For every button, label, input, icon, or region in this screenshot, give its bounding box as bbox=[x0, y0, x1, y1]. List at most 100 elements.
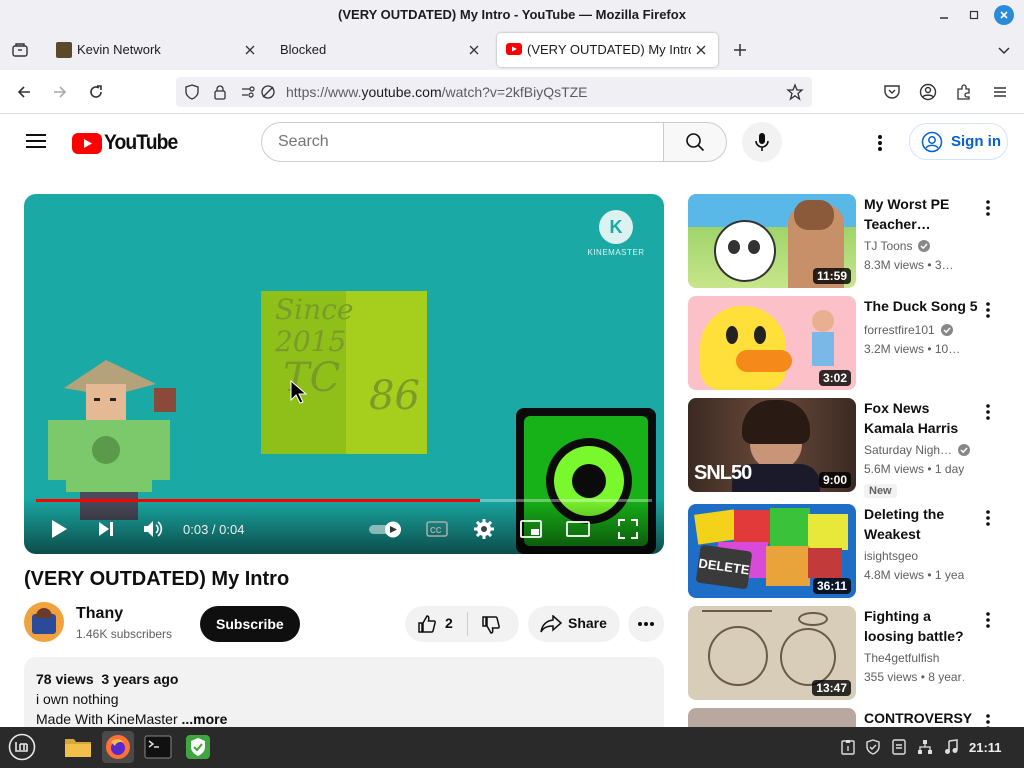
recommendation-item[interactable]: 11:59 My Worst PE Teacher… TJ Toons 8.3M… bbox=[688, 194, 1008, 288]
tab-close-icon[interactable] bbox=[466, 42, 482, 58]
tab-active-video[interactable]: (VERY OUTDATED) My Intro bbox=[497, 33, 718, 67]
close-window-icon[interactable] bbox=[994, 5, 1014, 25]
video-thumbnail[interactable]: 11:59 bbox=[688, 194, 856, 288]
recommendation-title[interactable]: CONTROVERSY bbox=[864, 708, 980, 728]
url-text[interactable]: https://www.youtube.com/watch?v=2kfBiyQs… bbox=[286, 84, 588, 100]
url-bar[interactable]: https://www.youtube.com/watch?v=2kfBiyQs… bbox=[176, 77, 812, 107]
recommendation-channel[interactable]: Saturday Nigh… bbox=[864, 443, 971, 457]
more-vertical-icon[interactable] bbox=[978, 608, 998, 632]
share-button[interactable]: Share bbox=[528, 606, 620, 642]
settings-gear-icon[interactable] bbox=[471, 516, 497, 542]
recommendation-channel[interactable]: forrestfire101 bbox=[864, 323, 953, 337]
vpn-shield-icon[interactable] bbox=[182, 731, 214, 763]
video-player[interactable]: K KINEMASTER Since 2015 TC 86 0:03 / 0:0… bbox=[24, 194, 664, 554]
next-video-icon[interactable] bbox=[93, 516, 119, 542]
sound-tray-icon[interactable] bbox=[943, 739, 959, 755]
guide-menu-icon[interactable] bbox=[26, 133, 46, 149]
tab-blocked[interactable]: Blocked bbox=[270, 33, 492, 67]
search-button[interactable] bbox=[663, 122, 727, 162]
subtitles-icon[interactable]: CC bbox=[424, 516, 450, 542]
tab-overview-icon[interactable] bbox=[8, 38, 32, 62]
window-title: (VERY OUTDATED) My Intro - YouTube — Moz… bbox=[338, 7, 686, 22]
progress-track[interactable] bbox=[36, 499, 652, 502]
taskbar: 21:11 bbox=[0, 727, 1024, 768]
volume-icon[interactable] bbox=[140, 516, 166, 542]
video-title: (VERY OUTDATED) My Intro bbox=[24, 568, 290, 590]
tab-kevin-network[interactable]: Kevin Network bbox=[46, 33, 268, 67]
recommendation-title[interactable]: My Worst PE Teacher… bbox=[864, 194, 980, 234]
more-settings-icon[interactable] bbox=[877, 134, 883, 152]
channel-name[interactable]: Thany bbox=[76, 605, 123, 623]
video-thumbnail[interactable]: 13:47 bbox=[688, 606, 856, 700]
recommendation-title[interactable]: The Duck Song 5 bbox=[864, 296, 980, 316]
more-vertical-icon[interactable] bbox=[978, 710, 998, 728]
dislike-icon[interactable] bbox=[481, 615, 501, 635]
theater-mode-icon[interactable] bbox=[565, 516, 591, 542]
recommendation-item[interactable]: SNL50 9:00 Fox News Kamala Harris Interv… bbox=[688, 398, 1008, 498]
sign-in-button[interactable]: Sign in bbox=[909, 123, 1008, 160]
more-actions-button[interactable] bbox=[628, 606, 664, 642]
voice-search-button[interactable] bbox=[742, 122, 782, 162]
tracking-shield-icon[interactable] bbox=[184, 84, 200, 100]
miniplayer-icon[interactable] bbox=[518, 516, 544, 542]
more-vertical-icon[interactable] bbox=[978, 298, 998, 322]
description-line: i own nothing bbox=[36, 691, 119, 707]
recommendation-title[interactable]: Fighting a loosing battle? bbox=[864, 606, 980, 646]
fullscreen-icon[interactable] bbox=[615, 516, 641, 542]
more-vertical-icon[interactable] bbox=[978, 196, 998, 220]
sign-text-line4: 86 bbox=[369, 373, 420, 419]
lock-icon[interactable] bbox=[212, 84, 228, 100]
subscribe-button[interactable]: Subscribe bbox=[200, 606, 300, 642]
shield-tray-icon[interactable] bbox=[865, 739, 881, 755]
mint-menu-icon[interactable] bbox=[6, 731, 38, 763]
url-domain: youtube.com bbox=[361, 84, 442, 100]
back-icon[interactable] bbox=[12, 80, 36, 104]
firefox-taskbar-icon[interactable] bbox=[102, 731, 134, 763]
recommendation-channel[interactable]: TJ Toons bbox=[864, 239, 931, 253]
clock[interactable]: 21:11 bbox=[969, 740, 1002, 755]
clipboard-tray-icon[interactable] bbox=[840, 739, 856, 755]
recommendation-title[interactable]: Fox News Kamala Harris Interview… bbox=[864, 398, 980, 438]
extensions-icon[interactable] bbox=[952, 80, 976, 104]
video-thumbnail[interactable]: 3:02 bbox=[688, 296, 856, 390]
update-tray-icon[interactable] bbox=[891, 739, 907, 755]
tab-close-icon[interactable] bbox=[242, 42, 258, 58]
play-icon[interactable] bbox=[46, 516, 72, 542]
forward-icon[interactable] bbox=[48, 80, 72, 104]
minimize-icon[interactable] bbox=[934, 5, 954, 25]
video-duration: 3:02 bbox=[818, 370, 851, 386]
app-menu-icon[interactable] bbox=[988, 80, 1012, 104]
recommendation-item[interactable]: 13:47 Fighting a loosing battle? The4get… bbox=[688, 606, 1008, 700]
like-count[interactable]: 2 bbox=[445, 615, 453, 631]
list-all-tabs-icon[interactable] bbox=[992, 38, 1016, 62]
recommendation-channel[interactable]: isightsgeo bbox=[864, 549, 918, 563]
tab-close-icon[interactable] bbox=[693, 42, 709, 58]
channel-avatar[interactable] bbox=[24, 602, 64, 642]
video-thumbnail[interactable]: SNL50 9:00 bbox=[688, 398, 856, 492]
permissions-icon[interactable] bbox=[240, 84, 256, 100]
search-input[interactable] bbox=[261, 122, 664, 162]
like-icon[interactable] bbox=[417, 614, 437, 634]
network-tray-icon[interactable] bbox=[917, 739, 933, 755]
terminal-icon[interactable] bbox=[142, 731, 174, 763]
recommendation-item[interactable]: CONTROVERSY bbox=[688, 708, 1008, 728]
maximize-icon[interactable] bbox=[964, 5, 984, 25]
files-icon[interactable] bbox=[62, 731, 94, 763]
more-vertical-icon[interactable] bbox=[978, 506, 998, 530]
autoplay-toggle[interactable] bbox=[366, 516, 404, 542]
autoplay-blocked-icon[interactable] bbox=[260, 84, 276, 100]
recommendation-title[interactable]: Deleting the Weakest STATE… bbox=[864, 504, 980, 544]
bookmark-star-icon[interactable] bbox=[786, 83, 804, 101]
pocket-icon[interactable] bbox=[880, 80, 904, 104]
recommendation-item[interactable]: DELETE 36:11 Deleting the Weakest STATE…… bbox=[688, 504, 1008, 598]
new-tab-icon[interactable] bbox=[728, 38, 752, 62]
show-more-link[interactable]: ...more bbox=[182, 711, 228, 727]
recommendation-item[interactable]: 3:02 The Duck Song 5 forrestfire101 3.2M… bbox=[688, 296, 1008, 390]
reload-icon[interactable] bbox=[84, 80, 108, 104]
more-vertical-icon[interactable] bbox=[978, 400, 998, 424]
account-icon[interactable] bbox=[916, 80, 940, 104]
youtube-logo[interactable]: YouTube bbox=[72, 131, 184, 155]
video-thumbnail[interactable]: DELETE 36:11 bbox=[688, 504, 856, 598]
video-thumbnail[interactable] bbox=[688, 708, 856, 728]
recommendation-channel[interactable]: The4getfulfish bbox=[864, 651, 939, 665]
